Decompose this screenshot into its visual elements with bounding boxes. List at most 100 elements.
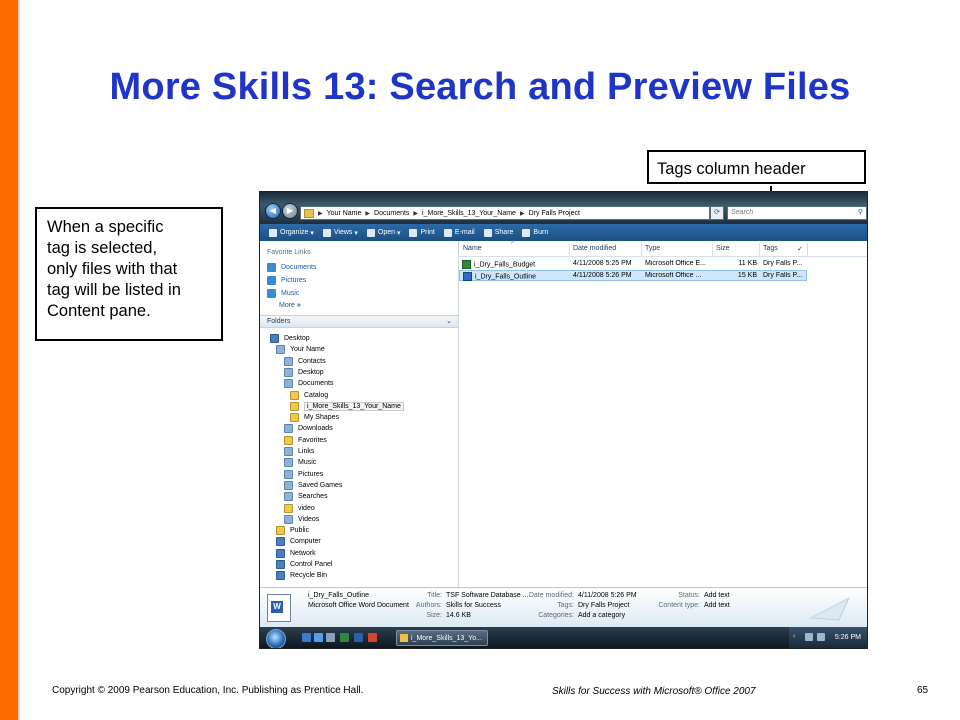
favorite-link-documents[interactable]: Documents: [267, 263, 316, 272]
views-button[interactable]: Views ▾: [322, 228, 358, 237]
library-icon: [284, 379, 293, 389]
print-button[interactable]: Print: [409, 228, 435, 237]
burn-button[interactable]: Burn: [522, 228, 548, 237]
views-icon: [322, 228, 331, 237]
callout-line: only files with that: [47, 260, 178, 278]
column-header-name[interactable]: Name: [463, 245, 482, 252]
folder-tree-item[interactable]: Saved Games: [284, 480, 342, 490]
footer-book-title: Skills for Success with Microsoft® Offic…: [552, 686, 756, 697]
folder-tree-label: Favorites: [298, 436, 327, 444]
file-size: 11 KB: [738, 260, 757, 267]
folder-tree-item[interactable]: Computer: [276, 537, 321, 547]
details-authors[interactable]: Skills for Success: [446, 602, 501, 609]
forward-button[interactable]: ▶: [282, 203, 298, 219]
breadcrumb-item[interactable]: i_More_Skills_13_Your_Name: [422, 210, 516, 217]
breadcrumb-item[interactable]: Dry Falls Project: [529, 210, 580, 217]
more-links[interactable]: More »: [279, 302, 301, 309]
breadcrumb-item[interactable]: Documents: [374, 210, 409, 217]
folder-tree-item[interactable]: Searches: [284, 492, 328, 502]
taskbar-button-explorer[interactable]: i_More_Skills_13_Yo...: [396, 630, 488, 646]
folder-tree-item[interactable]: Public: [276, 526, 309, 536]
column-divider[interactable]: [807, 243, 808, 256]
folder-tree-item[interactable]: Videos: [284, 514, 319, 524]
favorite-link-pictures[interactable]: Pictures: [267, 276, 306, 285]
address-bar[interactable]: ▶ Your Name ▶ Documents ▶ i_More_Skills_…: [300, 206, 710, 220]
folder-tree-item[interactable]: Links: [284, 447, 314, 456]
details-pane: W i_Dry_Falls_Outline Microsoft Office W…: [260, 587, 867, 628]
folder-tree-label: Desktop: [298, 368, 324, 376]
column-divider[interactable]: [712, 243, 713, 256]
folder-icon: [284, 435, 293, 445]
share-label: Share: [494, 229, 514, 236]
folder-tree-item[interactable]: Music: [284, 458, 317, 468]
documents-icon: [267, 263, 276, 272]
folder-tree-item[interactable]: Favorites: [284, 435, 327, 445]
tags-checkmark-icon[interactable]: ✓: [797, 245, 803, 253]
chevron-left-icon[interactable]: ‹: [793, 633, 795, 640]
clock[interactable]: 5:26 PM: [835, 634, 861, 641]
folder-tree-item[interactable]: Documents: [284, 379, 333, 389]
folder-tree-item[interactable]: My Shapes: [290, 413, 339, 423]
back-button[interactable]: ◀: [265, 203, 281, 219]
folder-tree-label: Links: [298, 448, 315, 455]
open-button[interactable]: Open ▾: [366, 228, 400, 237]
email-button[interactable]: E-mail: [443, 228, 475, 237]
details-title[interactable]: TSF Software Database ...: [446, 592, 528, 599]
folder-tree-item[interactable]: Desktop: [270, 334, 310, 343]
folder-tree-item[interactable]: Downloads: [284, 424, 333, 434]
word-icon[interactable]: [354, 633, 363, 642]
print-label: Print: [420, 229, 435, 236]
folder-tree-item[interactable]: Your Name: [276, 345, 325, 355]
ie-icon[interactable]: [314, 633, 323, 642]
column-divider[interactable]: [641, 243, 642, 256]
system-tray: ‹ 5:26 PM: [789, 627, 867, 648]
details-tags[interactable]: Dry Falls Project: [578, 602, 629, 609]
column-header-date[interactable]: Date modified: [573, 245, 616, 252]
volume-tray-icon[interactable]: [817, 633, 825, 641]
folder-tree-item[interactable]: Pictures: [284, 469, 323, 479]
folder-tree-item[interactable]: Network: [276, 548, 316, 558]
switch-windows-icon[interactable]: [326, 633, 335, 642]
search-input[interactable]: Search ⚲: [727, 206, 867, 220]
folder-tree-item[interactable]: Catalog: [290, 390, 328, 400]
details-status[interactable]: Add text: [704, 592, 730, 599]
folder-tree-label: Music: [298, 459, 317, 467]
folder-tree-item[interactable]: Contacts: [284, 356, 326, 366]
folder-tree-item[interactable]: Desktop: [284, 367, 324, 377]
column-divider[interactable]: [759, 243, 760, 256]
details-size: 14.6 KB: [446, 612, 471, 619]
organize-button[interactable]: Organize ▾: [269, 228, 314, 237]
column-divider[interactable]: [569, 243, 570, 256]
open-icon: [366, 228, 375, 237]
refresh-button[interactable]: ⟳: [710, 206, 724, 220]
show-desktop-icon[interactable]: [302, 633, 311, 642]
folder-tree-item[interactable]: Control Panel: [276, 560, 332, 569]
folder-icon: [284, 503, 293, 513]
folder-tree-item[interactable]: video: [284, 503, 315, 513]
powerpoint-icon[interactable]: [368, 633, 377, 642]
folder-tree-item[interactable]: i_More_Skills_13_Your_Name: [290, 401, 404, 411]
folder-tree-label: Desktop: [284, 335, 310, 342]
chevron-right-icon: ▶: [413, 210, 419, 217]
details-content-type[interactable]: Add text: [704, 602, 730, 609]
column-header-size[interactable]: Size: [716, 245, 730, 252]
folder-tree-item[interactable]: Recycle Bin: [276, 571, 327, 581]
chevron-right-icon: ▶: [519, 210, 525, 217]
file-row[interactable]: i_Dry_Falls_Budget 4/11/2008 5:25 PM Mic…: [459, 259, 807, 270]
column-header-tags[interactable]: Tags: [763, 245, 778, 252]
page-number: 65: [917, 685, 929, 696]
file-row-selected[interactable]: i_Dry_Falls_Outline 4/11/2008 5:26 PM Mi…: [459, 270, 807, 281]
start-button[interactable]: [266, 629, 286, 648]
details-categories[interactable]: Add a category: [578, 612, 625, 619]
library-icon: [284, 458, 293, 468]
email-icon: [443, 228, 452, 237]
network-tray-icon[interactable]: [805, 633, 813, 641]
column-header-type[interactable]: Type: [645, 245, 660, 252]
favorite-link-music[interactable]: Music: [267, 289, 299, 298]
excel-icon[interactable]: [340, 633, 349, 642]
breadcrumb-item[interactable]: Your Name: [327, 210, 362, 217]
burn-icon: [522, 228, 531, 237]
callout-line: tag is selected,: [47, 239, 158, 257]
share-button[interactable]: Share: [483, 228, 514, 237]
folders-header[interactable]: Folders ⌄: [260, 315, 458, 328]
